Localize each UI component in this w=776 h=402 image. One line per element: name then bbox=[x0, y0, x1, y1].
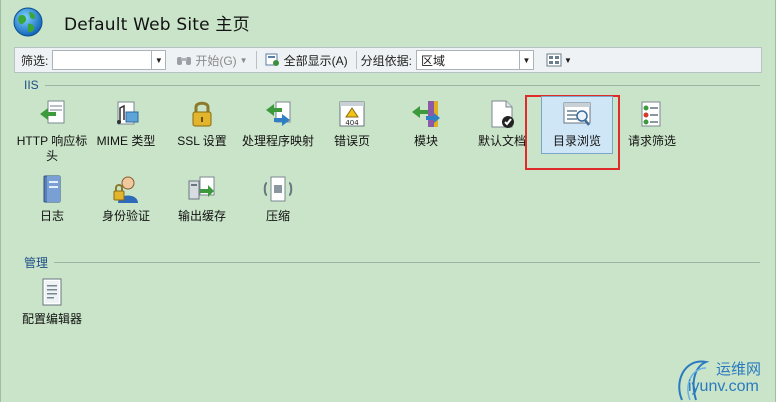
feature-handler-mappings[interactable]: 处理程序映射 bbox=[238, 98, 318, 149]
compress-icon bbox=[263, 176, 293, 202]
feature-authentication[interactable]: 身份验证 bbox=[86, 173, 166, 224]
feature-logging[interactable]: 日志 bbox=[12, 173, 92, 224]
feature-http-response-headers[interactable]: HTTP 响应标头 bbox=[12, 98, 92, 164]
section-divider bbox=[54, 262, 760, 263]
page-header: Default Web Site 主页 bbox=[12, 4, 250, 40]
modules-icon bbox=[412, 101, 440, 127]
feature-label: 处理程序映射 bbox=[241, 134, 314, 148]
auth-icon bbox=[113, 176, 138, 203]
http-response-icon bbox=[40, 100, 65, 124]
section-manage-title: 管理 bbox=[24, 256, 49, 270]
feature-label: 默认文档 bbox=[477, 134, 526, 148]
group-by-dropdown-button[interactable]: ▼ bbox=[519, 50, 534, 70]
feature-label: HTTP 响应标头 bbox=[16, 134, 88, 163]
log-icon bbox=[43, 175, 61, 203]
feature-ssl-settings[interactable]: SSL 设置 bbox=[162, 98, 242, 149]
request-filter-icon bbox=[641, 101, 661, 127]
feature-label: 模块 bbox=[413, 134, 438, 148]
toolbar-separator bbox=[355, 51, 357, 69]
feature-label: MIME 类型 bbox=[96, 134, 156, 148]
toolbar: 筛选: ▼ 开始(G) ▼ 全部显示(A) 分组依据: 区域 ▼ ▼ bbox=[14, 47, 762, 73]
section-manage: 管理 bbox=[24, 254, 760, 271]
show-all-icon bbox=[265, 53, 279, 66]
view-grid-icon bbox=[546, 53, 562, 67]
show-all-button[interactable]: 全部显示(A) bbox=[261, 50, 352, 70]
section-iis: IIS bbox=[24, 78, 760, 92]
filter-dropdown-button[interactable]: ▼ bbox=[152, 50, 167, 70]
show-all-label: 全部显示(A) bbox=[283, 53, 348, 68]
start-label: 开始(G) bbox=[195, 53, 237, 68]
feature-default-document[interactable]: 默认文档 bbox=[462, 98, 542, 149]
feature-label: 日志 bbox=[39, 209, 64, 223]
section-iis-title: IIS bbox=[24, 78, 39, 92]
feature-label: 请求筛选 bbox=[627, 134, 676, 148]
filter-label: 筛选: bbox=[21, 53, 49, 68]
default-doc-icon bbox=[491, 100, 514, 128]
feature-label: SSL 设置 bbox=[177, 134, 227, 148]
feature-output-caching[interactable]: 输出缓存 bbox=[162, 173, 242, 224]
feature-label: 配置编辑器 bbox=[21, 312, 82, 326]
lock-icon bbox=[192, 101, 212, 127]
feature-directory-browsing[interactable]: 目录浏览 bbox=[537, 98, 617, 149]
start-dropdown-icon: ▼ bbox=[239, 55, 248, 65]
view-mode-button[interactable]: ▼ bbox=[546, 53, 572, 67]
feature-modules[interactable]: 模块 bbox=[386, 98, 466, 149]
svg-text:404: 404 bbox=[345, 119, 359, 127]
group-by-select[interactable]: 区域 bbox=[415, 50, 520, 70]
start-button[interactable]: 开始(G) ▼ bbox=[172, 50, 251, 70]
filter-input[interactable] bbox=[52, 50, 153, 70]
feature-request-filtering[interactable]: 请求筛选 bbox=[612, 98, 692, 149]
feature-compression[interactable]: 压缩 bbox=[238, 173, 318, 224]
handler-icon bbox=[266, 101, 291, 126]
feature-label: 压缩 bbox=[265, 209, 290, 223]
mime-icon bbox=[117, 101, 139, 125]
feature-label: 输出缓存 bbox=[177, 209, 226, 223]
page-title: Default Web Site 主页 bbox=[64, 14, 250, 35]
feature-error-pages[interactable]: 404 错误页 bbox=[312, 98, 392, 149]
feature-configuration-editor[interactable]: 配置编辑器 bbox=[12, 276, 92, 327]
feature-label: 错误页 bbox=[333, 134, 370, 148]
section-divider bbox=[44, 84, 760, 86]
feature-label: 身份验证 bbox=[101, 209, 150, 223]
feature-mime-types[interactable]: MIME 类型 bbox=[86, 98, 166, 149]
config-editor-icon bbox=[42, 278, 62, 306]
watermark-name: 运维网 bbox=[716, 361, 762, 378]
output-cache-icon bbox=[188, 176, 215, 200]
globe-icon bbox=[13, 7, 43, 37]
feature-label: 目录浏览 bbox=[552, 134, 601, 148]
error-page-icon: 404 bbox=[339, 101, 365, 127]
group-by-value: 区域 bbox=[420, 53, 445, 68]
binoculars-icon bbox=[177, 57, 192, 65]
toolbar-separator bbox=[255, 51, 257, 69]
directory-browse-icon bbox=[563, 102, 591, 126]
group-by-label: 分组依据: bbox=[360, 53, 412, 68]
watermark-url: iyunv.com bbox=[688, 378, 759, 395]
view-dropdown-icon: ▼ bbox=[563, 55, 572, 65]
